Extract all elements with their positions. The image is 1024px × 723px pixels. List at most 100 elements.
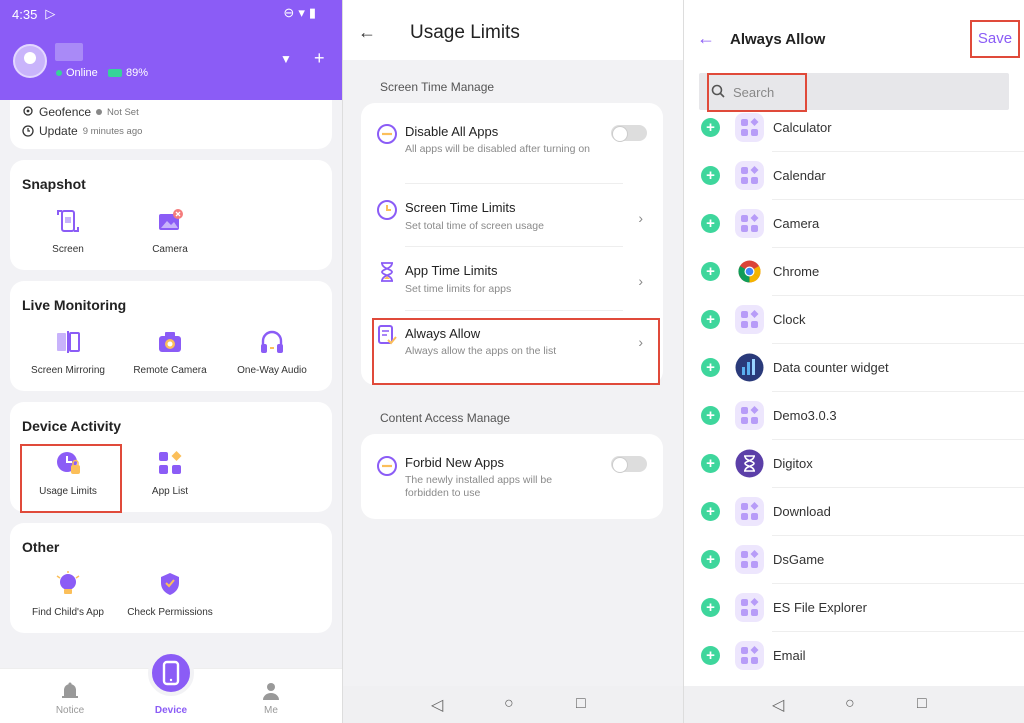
- live-monitoring-title: Live Monitoring: [22, 297, 127, 313]
- disable-all-apps-toggle[interactable]: [611, 125, 647, 142]
- clock-icon: [377, 200, 397, 220]
- recents-nav-icon[interactable]: □: [917, 695, 927, 713]
- system-nav-bar: ◁ ○ □: [684, 686, 1024, 723]
- avatar[interactable]: [13, 44, 47, 78]
- online-status: Online: [56, 67, 98, 79]
- status-bar: 4:35 ▷: [12, 6, 55, 22]
- list-item: + Data counter widget: [684, 344, 1024, 392]
- recents-nav-icon[interactable]: □: [576, 695, 586, 713]
- remote-camera-button[interactable]: Remote Camera: [120, 329, 220, 376]
- content-access-card: Forbid New Apps The newly installed apps…: [361, 434, 663, 519]
- hourglass-app-icon: [735, 449, 764, 478]
- bar-chart-app-icon: [735, 353, 764, 382]
- chrome-icon: [738, 260, 761, 283]
- page-title: Usage Limits: [410, 22, 520, 43]
- divider: [405, 246, 623, 247]
- add-app-button[interactable]: +: [701, 502, 720, 521]
- screen-time-limits-row[interactable]: Screen Time Limits Set total time of scr…: [361, 185, 663, 245]
- generic-app-icon: [735, 401, 764, 430]
- app-grid-icon: [159, 451, 182, 474]
- list-item: + Demo3.0.3: [684, 392, 1024, 440]
- add-app-button[interactable]: +: [701, 358, 720, 377]
- camera-snapshot-button[interactable]: Camera: [120, 208, 220, 255]
- add-app-button[interactable]: +: [701, 598, 720, 617]
- back-nav-icon[interactable]: ◁: [772, 695, 784, 715]
- minus-circle-icon: [377, 456, 397, 476]
- forbid-new-apps-row: Forbid New Apps The newly installed apps…: [361, 434, 663, 519]
- add-app-button[interactable]: +: [701, 166, 720, 185]
- camera-photo-icon: [159, 209, 183, 230]
- bell-icon: [62, 682, 78, 698]
- status-dot-icon: [96, 109, 103, 115]
- device-dropdown-icon[interactable]: ▼: [280, 52, 292, 66]
- online-dot-icon: [56, 70, 62, 76]
- save-button[interactable]: Save: [970, 20, 1020, 58]
- other-title: Other: [22, 539, 60, 555]
- home-nav-icon[interactable]: ○: [845, 695, 855, 713]
- nav-device[interactable]: Device: [131, 705, 211, 716]
- check-permissions-button[interactable]: Check Permissions: [120, 571, 220, 618]
- always-allow-highlight: [372, 318, 660, 385]
- device-nav-button[interactable]: [148, 650, 194, 696]
- app-list-button[interactable]: App List: [120, 450, 220, 497]
- divider: [405, 183, 623, 184]
- clock-icon: [22, 125, 34, 137]
- add-app-button[interactable]: +: [701, 214, 720, 233]
- forbid-new-apps-toggle[interactable]: [611, 456, 647, 473]
- add-app-button[interactable]: +: [701, 262, 720, 281]
- headphones-icon: [261, 330, 283, 353]
- list-item: + ES File Explorer: [684, 584, 1024, 632]
- generic-app-icon: [735, 545, 764, 574]
- generic-app-icon: [735, 593, 764, 622]
- generic-app-icon: [735, 305, 764, 334]
- person-icon: [263, 683, 279, 700]
- add-app-button[interactable]: +: [701, 454, 720, 473]
- usage-limits-header: ← Usage Limits: [343, 0, 683, 60]
- add-app-button[interactable]: +: [701, 406, 720, 425]
- parent-app-device-screen: 4:35 ▷ ⊖▾▮ Online 89% ▼ + Geofence Not S…: [0, 0, 342, 723]
- always-allow-screen: ← Always Allow Save + Calculator + Calen…: [684, 0, 1024, 723]
- home-nav-icon[interactable]: ○: [504, 695, 514, 713]
- remote-camera-icon: [159, 332, 181, 352]
- one-way-audio-button[interactable]: One-Way Audio: [222, 329, 322, 376]
- list-item: + Digitox: [684, 440, 1024, 488]
- geofence-row[interactable]: Geofence Not Set: [22, 105, 139, 119]
- screen-time-section-label: Screen Time Manage: [380, 80, 495, 94]
- list-item: + Download: [684, 488, 1024, 536]
- add-app-button[interactable]: +: [701, 118, 720, 137]
- back-nav-icon[interactable]: ◁: [431, 695, 443, 715]
- add-device-button[interactable]: +: [314, 48, 325, 69]
- list-item: + DsGame: [684, 536, 1024, 584]
- back-arrow-icon[interactable]: ←: [697, 28, 715, 49]
- list-item: + Email: [684, 632, 1024, 680]
- snapshot-title: Snapshot: [22, 176, 86, 192]
- phone-icon: [162, 660, 180, 686]
- app-time-limits-row[interactable]: App Time Limits Set time limits for apps…: [361, 248, 663, 308]
- location-pin-icon: [23, 106, 33, 116]
- snapshot-card: Snapshot Screen Camera: [10, 160, 332, 270]
- shield-icon: [161, 573, 179, 595]
- generic-app-icon: [735, 161, 764, 190]
- generic-app-icon: [735, 497, 764, 526]
- location-card: Geofence Not Set Update 9 minutes ago: [10, 100, 332, 149]
- nav-me[interactable]: Me: [231, 681, 311, 716]
- screen-mirroring-button[interactable]: Screen Mirroring: [18, 329, 118, 376]
- add-app-button[interactable]: +: [701, 310, 720, 329]
- screen-snapshot-button[interactable]: Screen: [18, 208, 118, 255]
- back-arrow-icon[interactable]: ←: [358, 22, 376, 43]
- add-app-button[interactable]: +: [701, 550, 720, 569]
- battery-icon: [108, 69, 122, 77]
- usage-limits-screen: ← Usage Limits Screen Time Manage Disabl…: [343, 0, 683, 723]
- live-monitoring-card: Live Monitoring Screen Mirroring Remote …: [10, 281, 332, 391]
- other-card: Other Find Child's App Check Permissions: [10, 523, 332, 633]
- screen-mirroring-icon: [57, 331, 80, 353]
- list-item: + Camera: [684, 200, 1024, 248]
- nav-notice[interactable]: Notice: [30, 681, 110, 716]
- find-childs-app-button[interactable]: Find Child's App: [18, 571, 118, 618]
- chevron-right-icon: ›: [638, 273, 643, 289]
- chevron-right-icon: ›: [638, 210, 643, 226]
- status-icons: ⊖▾▮: [283, 5, 320, 20]
- list-item: + Clock: [684, 296, 1024, 344]
- add-app-button[interactable]: +: [701, 646, 720, 665]
- list-item: + Calendar: [684, 152, 1024, 200]
